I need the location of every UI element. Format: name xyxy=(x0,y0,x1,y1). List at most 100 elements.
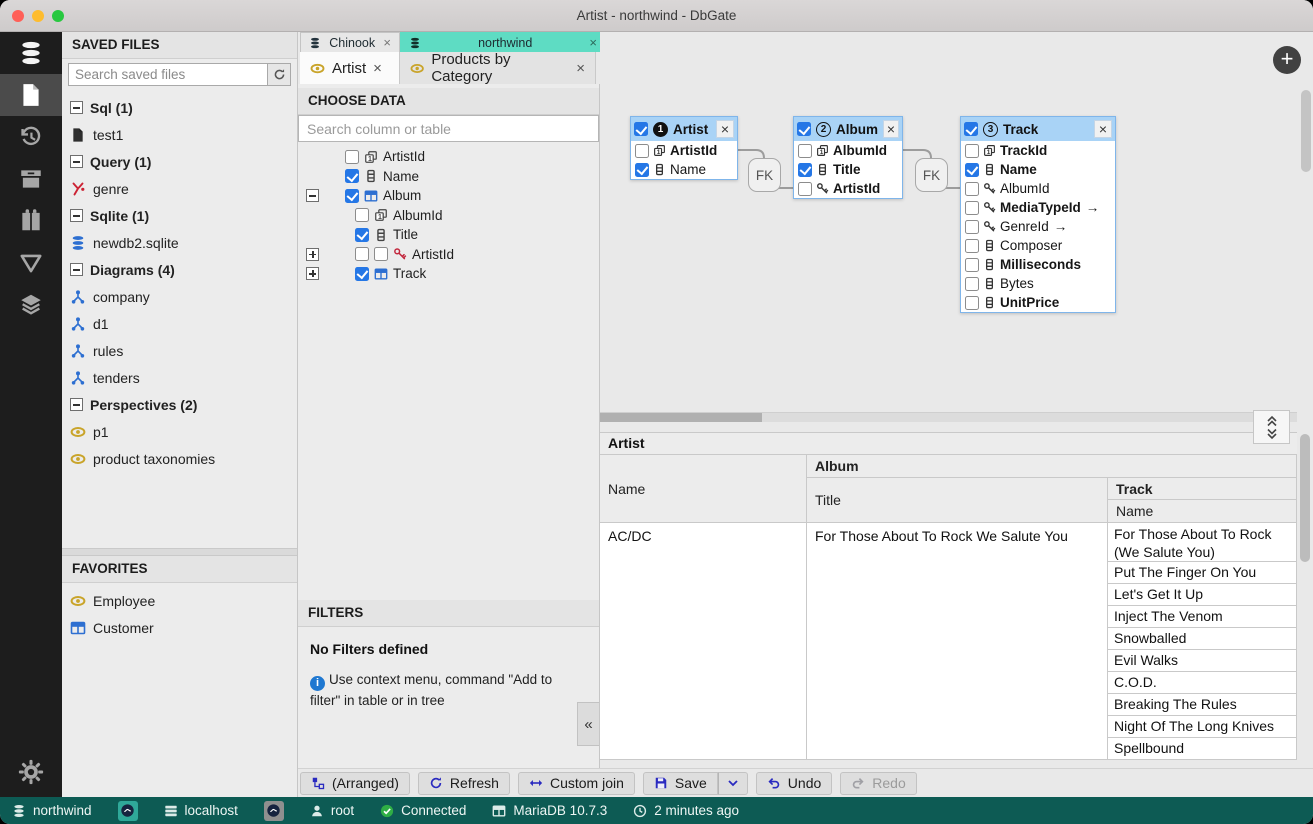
collapse-icon[interactable] xyxy=(70,209,83,222)
saved-files-group-perspectives[interactable]: Perspectives (2) xyxy=(62,391,297,418)
saved-file-tenders[interactable]: tenders xyxy=(62,364,297,391)
grid-cell-track[interactable]: For Those About To Rock (We Salute You) xyxy=(1108,523,1297,562)
designer-node-album[interactable]: 2 Album AlbumId Title ArtistId xyxy=(793,116,903,199)
saved-files-group-diagrams[interactable]: Diagrams (4) xyxy=(62,256,297,283)
grid-cell-track[interactable]: Spellbound xyxy=(1108,738,1297,760)
saved-files-group-query[interactable]: Query (1) xyxy=(62,148,297,175)
close-icon[interactable] xyxy=(383,36,391,49)
close-icon[interactable] xyxy=(1094,120,1112,138)
canvas-horizontal-scrollbar[interactable] xyxy=(600,412,1297,422)
checkbox[interactable] xyxy=(797,122,811,136)
file-tab-artist[interactable]: Artist xyxy=(300,52,400,84)
mariadb-chip[interactable] xyxy=(264,801,284,821)
checkbox[interactable] xyxy=(798,182,812,196)
expand-icon[interactable] xyxy=(306,267,319,280)
grid-cell-track[interactable]: C.O.D. xyxy=(1108,672,1297,694)
grid-cell-album-title[interactable]: For Those About To Rock We Salute You xyxy=(807,523,1108,760)
node-column[interactable]: ArtistId xyxy=(631,141,737,160)
nav-files[interactable] xyxy=(0,74,62,116)
checkbox[interactable] xyxy=(798,144,812,158)
refresh-button[interactable]: Refresh xyxy=(418,772,510,795)
node-column[interactable]: AlbumId xyxy=(794,141,902,160)
grid-col-header-title[interactable]: Title xyxy=(807,478,1108,523)
designer-node-track[interactable]: 3 Track TrackId Name AlbumId MediaTypeId… xyxy=(960,116,1116,313)
nav-filters[interactable] xyxy=(0,242,62,284)
close-icon[interactable] xyxy=(373,61,382,76)
arranged-button[interactable]: (Arranged) xyxy=(300,772,410,795)
grid-cell-track[interactable]: Evil Walks xyxy=(1108,650,1297,672)
node-header[interactable]: 1 Artist xyxy=(631,117,737,141)
close-window-button[interactable] xyxy=(12,10,24,22)
node-column[interactable]: UnitPrice xyxy=(961,293,1115,312)
zoom-window-button[interactable] xyxy=(52,10,64,22)
saved-files-refresh-button[interactable] xyxy=(268,63,291,86)
checkbox[interactable] xyxy=(355,267,369,281)
checkbox[interactable] xyxy=(965,182,979,196)
collapse-icon[interactable] xyxy=(70,101,83,114)
saved-files-group-sql[interactable]: Sql (1) xyxy=(62,94,297,121)
grid-group-album[interactable]: Album xyxy=(807,455,1297,478)
node-header[interactable]: 2 Album xyxy=(794,117,902,141)
custom-join-button[interactable]: Custom join xyxy=(518,772,635,795)
checkbox[interactable] xyxy=(965,220,979,234)
grid-cell-track[interactable]: Put The Finger On You xyxy=(1108,562,1297,584)
checkbox[interactable] xyxy=(965,296,979,310)
status-database[interactable]: northwind xyxy=(12,803,92,818)
checkbox[interactable] xyxy=(345,169,359,183)
collapse-icon[interactable] xyxy=(70,263,83,276)
grid-cell-track[interactable]: Breaking The Rules xyxy=(1108,694,1297,716)
db-tab-northwind[interactable]: northwind xyxy=(400,32,606,52)
checkbox[interactable] xyxy=(965,258,979,272)
collapse-icon[interactable] xyxy=(70,155,83,168)
canvas-vertical-scrollbar[interactable] xyxy=(1301,90,1311,172)
checkbox[interactable] xyxy=(355,228,369,242)
add-table-button[interactable] xyxy=(1273,46,1301,74)
checkbox[interactable] xyxy=(965,239,979,253)
grid-cell-track[interactable]: Inject The Venom xyxy=(1108,606,1297,628)
favorite-customer[interactable]: Customer xyxy=(62,614,297,641)
grid-cell-track[interactable]: Night Of The Long Knives xyxy=(1108,716,1297,738)
redo-button[interactable]: Redo xyxy=(840,772,916,795)
saved-file-test1[interactable]: test1 xyxy=(62,121,297,148)
nav-connections[interactable] xyxy=(0,32,62,74)
node-column[interactable]: Name xyxy=(961,160,1115,179)
node-column[interactable]: Composer xyxy=(961,236,1115,255)
checkbox[interactable] xyxy=(355,247,369,261)
node-column[interactable]: Name xyxy=(631,160,737,179)
saved-file-newdb2[interactable]: newdb2.sqlite xyxy=(62,229,297,256)
checkbox[interactable] xyxy=(965,201,979,215)
checkbox[interactable] xyxy=(635,144,649,158)
collapse-icon[interactable] xyxy=(306,189,319,202)
close-icon[interactable] xyxy=(589,36,597,49)
favorite-employee[interactable]: Employee xyxy=(62,587,297,614)
saved-file-company[interactable]: company xyxy=(62,283,297,310)
tree-row-name[interactable]: Name xyxy=(298,167,599,187)
tree-row-album[interactable]: Album xyxy=(298,186,599,206)
node-column[interactable]: MediaTypeId→ xyxy=(961,198,1115,217)
file-tab-products-by-category[interactable]: Products by Category xyxy=(400,52,596,84)
node-header[interactable]: 3 Track xyxy=(961,117,1115,141)
checkbox[interactable] xyxy=(355,208,369,222)
checkbox[interactable] xyxy=(965,144,979,158)
save-button[interactable]: Save xyxy=(643,772,718,795)
expand-icon[interactable] xyxy=(306,248,319,261)
fk-badge[interactable]: FK xyxy=(748,158,781,192)
double-chevron-up-icon[interactable] xyxy=(1266,415,1278,427)
node-column[interactable]: Title xyxy=(794,160,902,179)
tree-row-albumid[interactable]: AlbumId xyxy=(298,206,599,226)
minimize-window-button[interactable] xyxy=(32,10,44,22)
node-column[interactable]: AlbumId xyxy=(961,179,1115,198)
node-column[interactable]: ArtistId xyxy=(794,179,902,198)
grid-vertical-scrollbar[interactable] xyxy=(1300,434,1310,562)
double-chevron-down-icon[interactable] xyxy=(1266,428,1278,440)
grid-col-header-track-name[interactable]: Name xyxy=(1108,500,1297,523)
grid-cell-track[interactable]: Let's Get It Up xyxy=(1108,584,1297,606)
db-tab-chinook[interactable]: Chinook xyxy=(300,32,400,52)
grid-col-header-name[interactable]: Name xyxy=(600,455,807,523)
mariadb-chip[interactable] xyxy=(118,801,138,821)
checkbox[interactable] xyxy=(345,150,359,164)
save-dropdown-button[interactable] xyxy=(718,772,748,795)
close-icon[interactable] xyxy=(716,120,734,138)
close-icon[interactable] xyxy=(576,61,585,76)
collapse-panel-button[interactable] xyxy=(577,702,599,746)
